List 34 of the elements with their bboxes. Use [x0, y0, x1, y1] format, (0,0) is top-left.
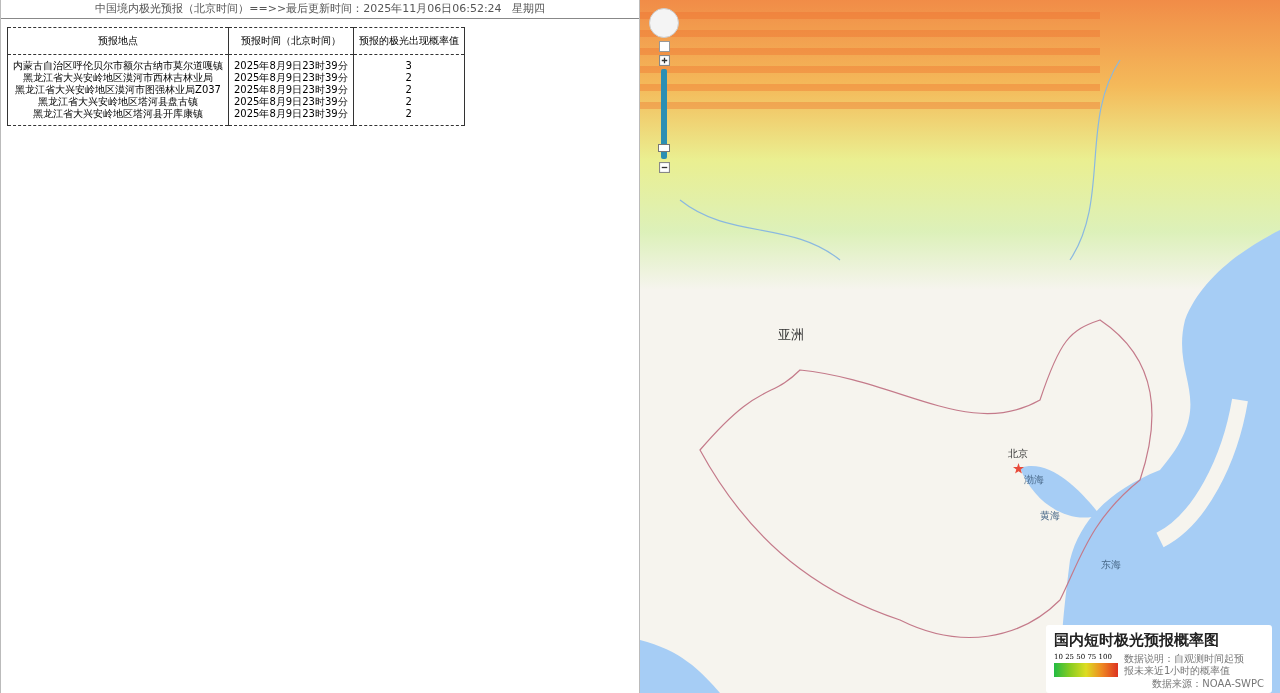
weekday-text: 星期四: [511, 1, 545, 16]
sea-label: 东海: [1100, 557, 1121, 572]
table-cell: 黑龙江省大兴安岭地区塔河县开库康镇: [7, 108, 229, 126]
table-cell: 2025年8月9日23时39分: [228, 72, 354, 84]
zoom-in-button[interactable]: [658, 55, 670, 66]
table-cell: 黑龙江省大兴安岭地区塔河县盘古镇: [7, 96, 229, 108]
zoom-out-button[interactable]: [658, 162, 670, 173]
zoom-slider-thumb[interactable]: [658, 143, 670, 152]
city-label: 北京: [1008, 447, 1028, 461]
table-cell: 2025年8月9日23时39分: [228, 108, 354, 126]
color-ramp: [1054, 663, 1118, 677]
table-cell: 2025年8月9日23时39分: [228, 84, 354, 96]
table-cell: 黑龙江省大兴安岭地区漠河市图强林业局Z037: [7, 84, 229, 96]
table-cell: 3: [353, 54, 465, 72]
column-header: 预报的极光出现概率值: [353, 27, 465, 55]
legend-note: 数据说明：自观测时间起预报未来近1小时的概率值: [1124, 653, 1245, 677]
legend-title: 国内短时极光预报概率图: [1054, 631, 1220, 650]
table-cell: 2: [353, 84, 465, 96]
table-cell: 2025年8月9日23时39分: [228, 96, 354, 108]
table-cell: 2: [353, 108, 465, 126]
table-cell: 2025年8月9日23时39分: [228, 54, 354, 72]
sea-label: 渤海: [1024, 472, 1044, 487]
table-cell: 黑龙江省大兴安岭地区漠河市西林吉林业局: [7, 72, 229, 84]
star-icon: [1012, 463, 1024, 474]
table-cell: 2: [353, 72, 465, 84]
page-title: 中国境内极光预报（北京时间）==>>最后更新时间：2025年11月06日06:52:24: [95, 1, 502, 16]
source-text: 数据来源：NOAA-SWPC: [1151, 677, 1264, 691]
sea-label: 黄海: [1040, 509, 1060, 524]
table-cell: 2: [353, 96, 465, 108]
table-cell: 内蒙古自治区呼伦贝尔市额尔古纳市莫尔道嘎镇: [7, 54, 229, 72]
zoom-slider[interactable]: [661, 69, 667, 159]
continent-label: 亚洲: [777, 325, 804, 344]
column-header: 预报时间（北京时间）: [228, 27, 354, 55]
column-header: 预报地点: [7, 27, 229, 55]
